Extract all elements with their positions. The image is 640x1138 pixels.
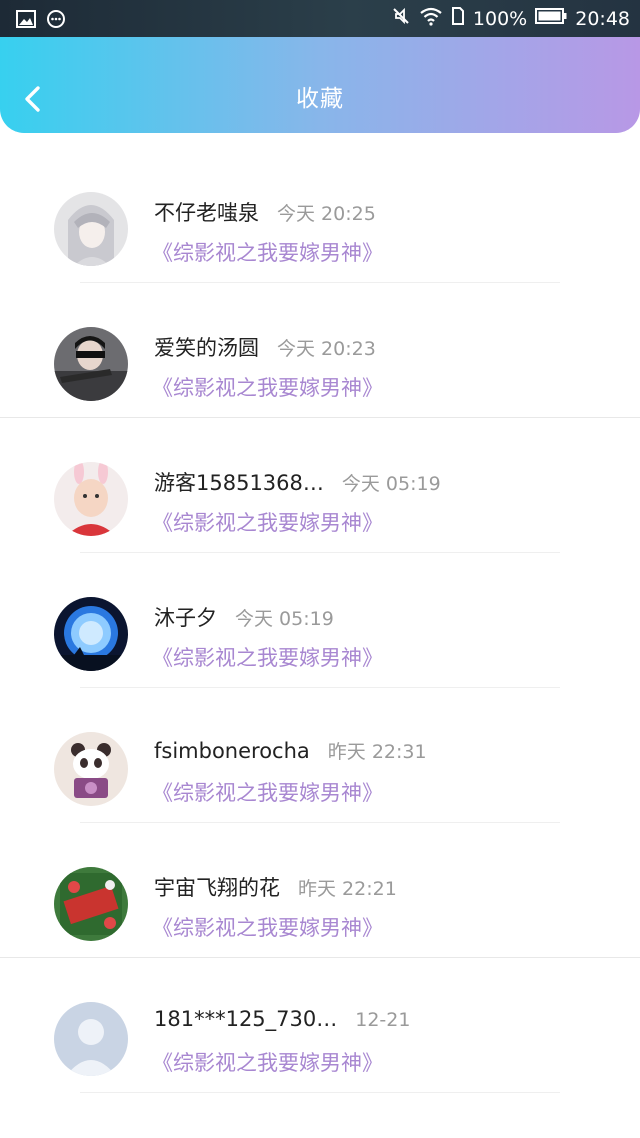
status-bar: 100% 20:48 [0, 0, 640, 37]
book-title[interactable]: 《综影视之我要嫁男神》 [152, 912, 383, 942]
list-item[interactable]: 不仔老嗤泉 今天 20:25 《综影视之我要嫁男神》 [0, 148, 640, 283]
divider [80, 1092, 560, 1093]
list-item[interactable]: 181***125_730… 12-21 《综影视之我要嫁男神》 [0, 958, 640, 1093]
avatar[interactable] [54, 867, 128, 941]
timestamp: 12-21 [355, 1009, 411, 1031]
book-title[interactable]: 《综影视之我要嫁男神》 [152, 1047, 383, 1077]
wifi-icon [419, 6, 443, 31]
avatar[interactable] [54, 462, 128, 536]
book-title[interactable]: 《综影视之我要嫁男神》 [152, 642, 383, 672]
user-name: 181***125_730… 12-21 [154, 1007, 411, 1031]
list-item[interactable]: 爱笑的汤圆 今天 20:23 《综影视之我要嫁男神》 [0, 283, 640, 418]
message-icon [46, 9, 66, 33]
avatar[interactable] [54, 327, 128, 401]
app-header: 收藏 [0, 37, 640, 133]
timestamp: 昨天 22:21 [298, 878, 397, 900]
user-name: 不仔老嗤泉 今天 20:25 [154, 201, 376, 225]
avatar[interactable] [54, 732, 128, 806]
timestamp: 今天 05:19 [341, 473, 441, 495]
battery-percent: 100% [472, 7, 528, 30]
user-name: 宇宙飞翔的花 昨天 22:21 [154, 876, 397, 900]
image-icon [16, 10, 36, 32]
mute-icon [391, 6, 411, 31]
user-name: 沐子夕 今天 05:19 [154, 606, 334, 630]
page-title: 收藏 [296, 86, 344, 112]
list-item[interactable]: 沐子夕 今天 05:19 《综影视之我要嫁男神》 [0, 553, 640, 688]
avatar[interactable] [54, 1002, 128, 1076]
avatar[interactable] [54, 192, 128, 266]
clock: 20:48 [575, 7, 630, 30]
book-title[interactable]: 《综影视之我要嫁男神》 [152, 372, 383, 402]
avatar[interactable] [54, 597, 128, 671]
sim-icon [451, 6, 465, 31]
book-title[interactable]: 《综影视之我要嫁男神》 [152, 507, 383, 537]
timestamp: 昨天 22:31 [327, 741, 427, 763]
book-title[interactable]: 《综影视之我要嫁男神》 [152, 237, 383, 267]
list-item[interactable]: 宇宙飞翔的花 昨天 22:21 《综影视之我要嫁男神》 [0, 823, 640, 958]
list-item[interactable]: fsimbonerocha 昨天 22:31 《综影视之我要嫁男神》 [0, 688, 640, 823]
timestamp: 今天 05:19 [235, 608, 334, 630]
timestamp: 今天 20:23 [277, 338, 376, 360]
book-title[interactable]: 《综影视之我要嫁男神》 [152, 777, 383, 807]
list-item[interactable]: 游客15851368… 今天 05:19 《综影视之我要嫁男神》 [0, 418, 640, 553]
user-name: 爱笑的汤圆 今天 20:23 [154, 336, 376, 360]
user-name: 游客15851368… 今天 05:19 [154, 471, 441, 495]
user-name: fsimbonerocha 昨天 22:31 [154, 739, 427, 763]
status-left-icons [16, 9, 66, 33]
timestamp: 今天 20:25 [277, 203, 376, 225]
battery-icon [535, 7, 567, 30]
favorites-list: 不仔老嗤泉 今天 20:25 《综影视之我要嫁男神》 爱笑的汤圆 今天 20:23 … [0, 148, 640, 1093]
status-right: 100% 20:48 [391, 6, 630, 31]
